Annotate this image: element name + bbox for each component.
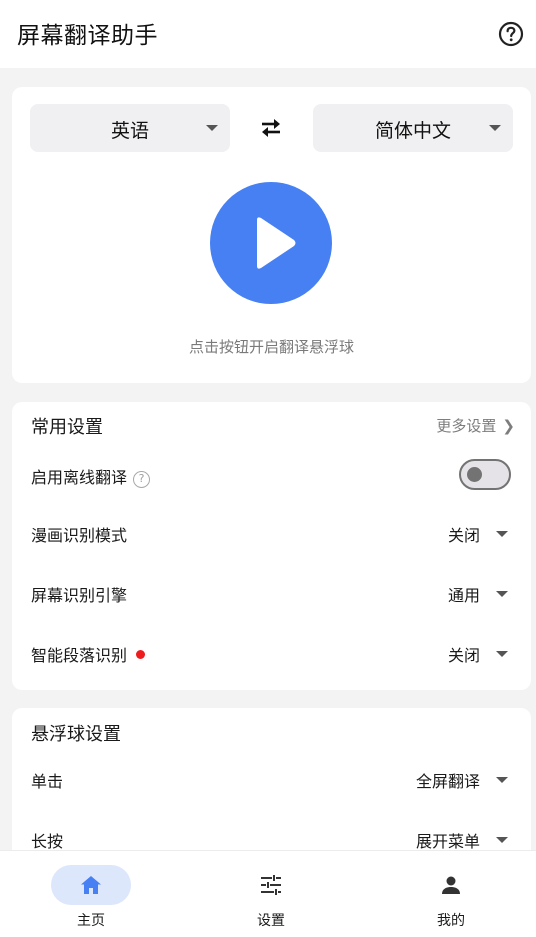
long-press-action-label: 长按 — [31, 832, 64, 851]
nav-label-settings: 设置 — [257, 913, 285, 929]
long-press-action-value[interactable]: 展开菜单 — [416, 828, 480, 852]
help-circle-icon[interactable] — [498, 21, 524, 47]
more-settings-label: 更多设置 — [436, 417, 497, 435]
tap-action-label: 单击 — [31, 772, 64, 791]
smart-paragraph-row: 智能段落识别 — [31, 642, 146, 666]
nav-item-home[interactable]: 主页 — [31, 851, 151, 937]
home-icon — [79, 873, 103, 897]
toggle-knob — [467, 467, 482, 482]
new-badge-dot — [136, 650, 146, 659]
dropdown-caret-icon[interactable] — [496, 591, 508, 597]
tap-action-value[interactable]: 全屏翻译 — [416, 768, 480, 792]
dropdown-caret-icon — [206, 125, 218, 131]
start-hint-text: 点击按钮开启翻译悬浮球 — [188, 338, 354, 356]
ocr-engine-label: 屏幕识别引擎 — [31, 586, 128, 605]
offline-translate-label: 启用离线翻译 — [31, 468, 128, 487]
app-title: 屏幕翻译助手 — [17, 23, 158, 49]
nav-item-profile[interactable]: 我的 — [391, 851, 511, 937]
nav-label-home: 主页 — [77, 913, 105, 929]
bottom-navigation: 主页 设置 我的 — [0, 850, 536, 937]
play-icon — [257, 217, 296, 269]
person-icon — [439, 873, 463, 897]
dropdown-caret-icon[interactable] — [496, 531, 508, 537]
nav-label-profile: 我的 — [437, 913, 465, 929]
app-bar: 屏幕翻译助手 — [0, 0, 536, 68]
common-settings-card: 常用设置 更多设置 ❯ 启用离线翻译? 漫画识别模式 关闭 屏幕识别引擎 通用 智… — [12, 402, 531, 690]
smart-paragraph-label: 智能段落识别 — [31, 646, 128, 665]
more-settings-link[interactable]: 更多设置 ❯ — [436, 415, 515, 436]
nav-item-settings[interactable]: 设置 — [211, 851, 331, 937]
dropdown-caret-icon — [489, 125, 501, 131]
smart-paragraph-value[interactable]: 关闭 — [448, 642, 480, 666]
target-language-label: 简体中文 — [374, 120, 451, 142]
help-question-icon[interactable]: ? — [133, 471, 151, 488]
dropdown-caret-icon[interactable] — [496, 651, 508, 657]
comic-mode-value[interactable]: 关闭 — [448, 522, 480, 546]
sliders-icon — [259, 873, 283, 897]
offline-translate-toggle[interactable] — [459, 459, 511, 490]
chevron-right-icon: ❯ — [502, 417, 515, 435]
float-settings-card: 悬浮球设置 单击 全屏翻译 长按 展开菜单 — [12, 708, 531, 868]
offline-translate-row: 启用离线翻译? — [31, 464, 151, 488]
target-language-select[interactable]: 简体中文 — [313, 104, 513, 152]
translate-card: 英语 简体中文 点击按钮开启翻译悬浮球 — [12, 87, 531, 383]
source-language-select[interactable]: 英语 — [30, 104, 230, 152]
float-settings-title: 悬浮球设置 — [31, 724, 121, 745]
ocr-engine-value[interactable]: 通用 — [448, 582, 480, 606]
swap-arrows-icon[interactable] — [256, 115, 286, 141]
comic-mode-label: 漫画识别模式 — [31, 526, 128, 545]
dropdown-caret-icon[interactable] — [496, 777, 508, 783]
start-float-button[interactable] — [210, 182, 332, 304]
common-settings-title: 常用设置 — [31, 417, 103, 438]
source-language-label: 英语 — [110, 120, 149, 142]
dropdown-caret-icon[interactable] — [496, 837, 508, 843]
